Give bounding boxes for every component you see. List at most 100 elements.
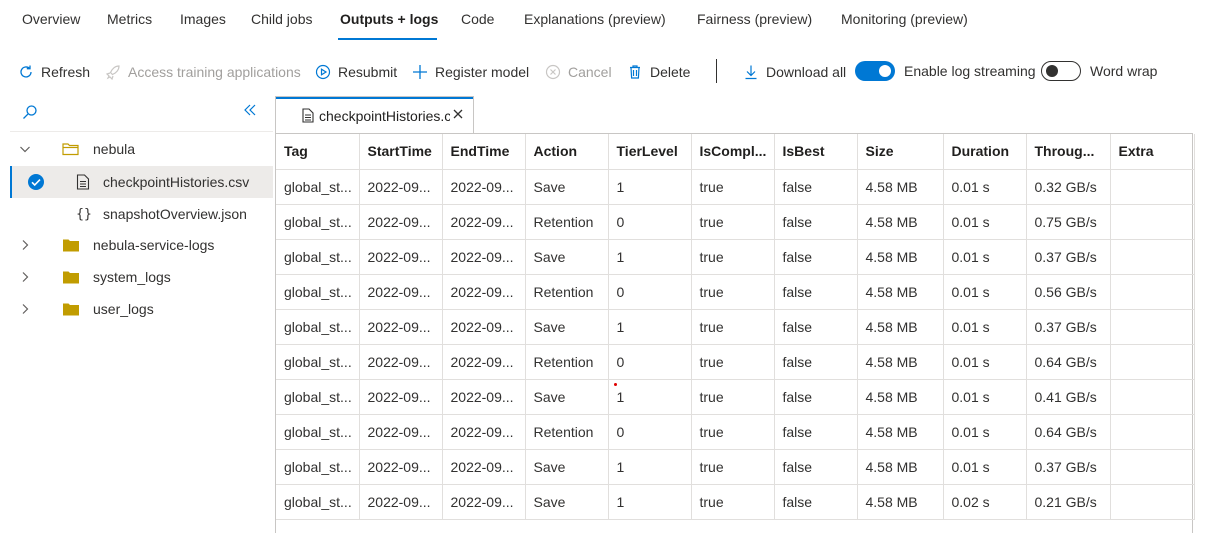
tab-explanations[interactable]: Explanations (preview) <box>524 11 666 27</box>
table-cell[interactable]: true <box>691 449 775 485</box>
resubmit-button[interactable]: Resubmit <box>314 63 397 81</box>
table-cell[interactable]: 4.58 MB <box>857 239 944 275</box>
table-cell[interactable]: true <box>691 379 775 415</box>
table-cell[interactable]: global_st... <box>276 309 360 345</box>
table-cell[interactable]: 0.01 s <box>943 309 1027 345</box>
table-cell[interactable]: 0 <box>608 344 692 380</box>
table-cell[interactable]: 4.58 MB <box>857 309 944 345</box>
table-cell[interactable]: 2022-09... <box>442 204 526 240</box>
table-cell[interactable]: 2022-09... <box>442 169 526 205</box>
table-cell[interactable]: Save <box>525 239 609 275</box>
table-cell[interactable]: Save <box>525 449 609 485</box>
table-row[interactable]: global_st... 2022-09... 2022-09... Retentio… <box>276 274 1195 310</box>
table-cell[interactable]: true <box>691 169 775 205</box>
table-cell[interactable]: Retention <box>525 414 609 450</box>
table-cell[interactable]: Retention <box>525 204 609 240</box>
table-cell[interactable]: false <box>774 239 858 275</box>
table-cell[interactable] <box>1110 309 1195 345</box>
table-cell[interactable]: 2022-09... <box>359 309 443 345</box>
file-tab-checkpointhistories[interactable]: checkpointHistories.c <box>275 96 474 133</box>
chevron-right-icon[interactable] <box>18 238 32 252</box>
table-cell[interactable]: 0.01 s <box>943 204 1027 240</box>
table-cell[interactable]: Retention <box>525 344 609 380</box>
table-cell[interactable]: true <box>691 204 775 240</box>
table-cell[interactable]: 4.58 MB <box>857 204 944 240</box>
delete-button[interactable]: Delete <box>626 63 690 81</box>
table-cell[interactable]: global_st... <box>276 379 360 415</box>
table-row[interactable]: global_st... 2022-09... 2022-09... Save 1 tru… <box>276 309 1195 345</box>
register-model-button[interactable]: Register model <box>411 63 529 81</box>
table-cell[interactable] <box>1110 414 1195 450</box>
table-cell[interactable]: false <box>774 169 858 205</box>
column-header-duration[interactable]: Duration <box>943 134 1027 170</box>
table-cell[interactable]: false <box>774 379 858 415</box>
table-row[interactable]: global_st... 2022-09... 2022-09... Save 1 tru… <box>276 449 1195 485</box>
table-cell[interactable]: 0.01 s <box>943 449 1027 485</box>
tab-code[interactable]: Code <box>461 11 494 27</box>
column-header-isbest[interactable]: IsBest <box>774 134 858 170</box>
table-cell[interactable]: 2022-09... <box>442 414 526 450</box>
column-header-throughput[interactable]: Throug... <box>1026 134 1111 170</box>
table-cell[interactable]: 0 <box>608 204 692 240</box>
table-cell[interactable]: false <box>774 309 858 345</box>
chevron-right-icon[interactable] <box>18 270 32 284</box>
table-cell[interactable]: 0 <box>608 274 692 310</box>
close-icon[interactable] <box>453 105 463 124</box>
table-cell[interactable]: 2022-09... <box>442 344 526 380</box>
table-cell[interactable]: 0.32 GB/s <box>1026 169 1111 205</box>
table-cell[interactable]: 0.75 GB/s <box>1026 204 1111 240</box>
table-cell[interactable] <box>1110 344 1195 380</box>
table-cell[interactable]: 2022-09... <box>359 449 443 485</box>
table-cell[interactable]: 0.64 GB/s <box>1026 344 1111 380</box>
table-cell[interactable]: 0.01 s <box>943 379 1027 415</box>
table-cell[interactable]: global_st... <box>276 449 360 485</box>
table-cell[interactable]: Retention <box>525 274 609 310</box>
table-cell[interactable]: 4.58 MB <box>857 484 944 520</box>
table-cell[interactable]: 2022-09... <box>442 484 526 520</box>
table-cell[interactable]: 1 <box>608 484 692 520</box>
table-cell[interactable]: false <box>774 204 858 240</box>
table-cell[interactable]: global_st... <box>276 484 360 520</box>
table-cell[interactable]: 0.37 GB/s <box>1026 449 1111 485</box>
column-header-extra[interactable]: Extra <box>1110 134 1195 170</box>
table-cell[interactable]: 1 <box>608 169 692 205</box>
table-cell[interactable] <box>1110 274 1195 310</box>
table-cell[interactable]: true <box>691 484 775 520</box>
tab-metrics[interactable]: Metrics <box>107 11 152 27</box>
table-cell[interactable]: 2022-09... <box>442 309 526 345</box>
table-cell[interactable]: 2022-09... <box>442 449 526 485</box>
table-row[interactable]: global_st... 2022-09... 2022-09... Save 1 tru… <box>276 239 1195 275</box>
table-row[interactable]: global_st... 2022-09... 2022-09... Retentio… <box>276 414 1195 450</box>
table-cell[interactable]: 2022-09... <box>442 379 526 415</box>
word-wrap-toggle[interactable] <box>1041 61 1081 81</box>
table-cell[interactable]: 0.02 s <box>943 484 1027 520</box>
table-cell[interactable]: 0.01 s <box>943 239 1027 275</box>
tree-item-nebula-service-logs[interactable]: nebula-service-logs <box>10 229 273 261</box>
column-header-size[interactable]: Size <box>857 134 944 170</box>
table-row[interactable]: global_st... 2022-09... 2022-09... Save 1 tru… <box>276 484 1195 520</box>
refresh-button[interactable]: Refresh <box>17 63 90 81</box>
table-cell[interactable]: 2022-09... <box>359 414 443 450</box>
table-cell[interactable]: global_st... <box>276 204 360 240</box>
table-cell[interactable]: true <box>691 344 775 380</box>
collapse-panel-icon[interactable] <box>242 102 258 123</box>
table-cell[interactable]: 4.58 MB <box>857 274 944 310</box>
column-header-starttime[interactable]: StartTime <box>359 134 443 170</box>
table-cell[interactable]: 0 <box>608 414 692 450</box>
table-cell[interactable]: global_st... <box>276 169 360 205</box>
table-cell[interactable]: false <box>774 414 858 450</box>
table-cell[interactable]: Save <box>525 169 609 205</box>
chevron-down-icon[interactable] <box>18 142 32 156</box>
table-row[interactable]: global_st... 2022-09... 2022-09... Retentio… <box>276 344 1195 380</box>
table-cell[interactable]: Save <box>525 309 609 345</box>
table-cell[interactable]: true <box>691 414 775 450</box>
column-header-action[interactable]: Action <box>525 134 609 170</box>
table-cell[interactable]: 4.58 MB <box>857 414 944 450</box>
table-cell[interactable]: 0.01 s <box>943 344 1027 380</box>
table-cell[interactable]: 2022-09... <box>359 344 443 380</box>
tree-item-user-logs[interactable]: user_logs <box>10 293 273 325</box>
table-cell[interactable] <box>1110 239 1195 275</box>
table-cell[interactable]: 0.21 GB/s <box>1026 484 1111 520</box>
table-cell[interactable]: 2022-09... <box>359 274 443 310</box>
table-cell[interactable]: true <box>691 239 775 275</box>
